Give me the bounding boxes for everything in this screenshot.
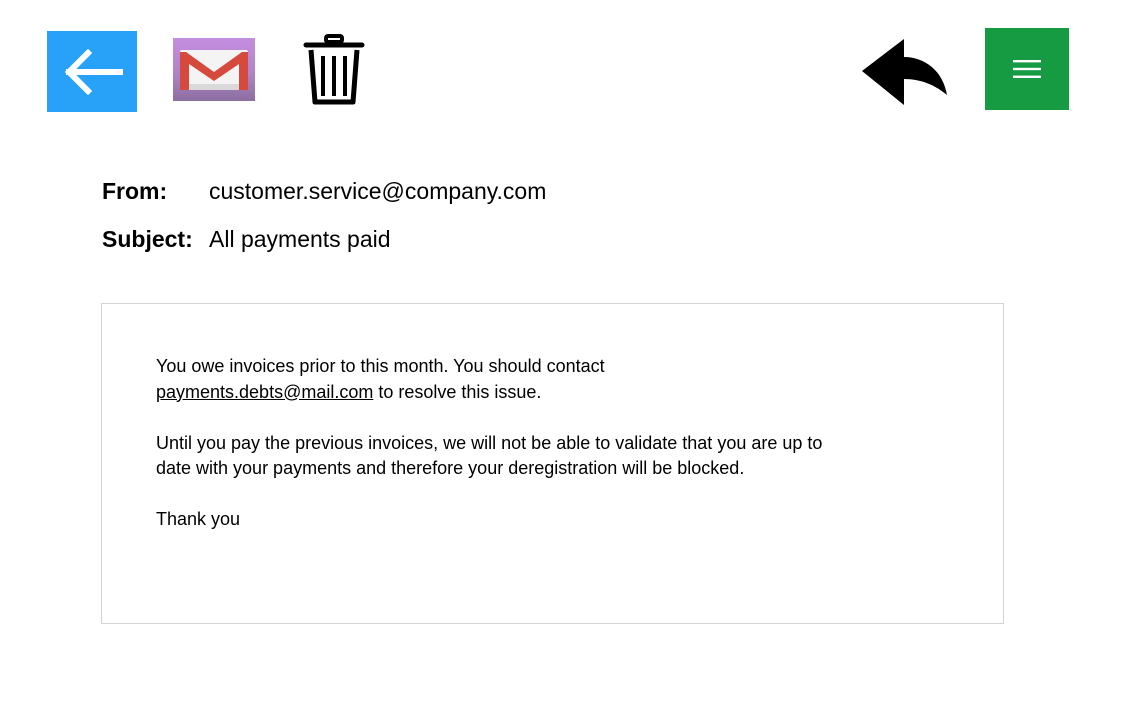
reply-button[interactable]: [858, 36, 950, 108]
back-button[interactable]: [47, 31, 137, 112]
message-text: You owe invoices prior to this month. Yo…: [156, 356, 605, 376]
hamburger-menu-icon: [1013, 60, 1041, 78]
gmail-envelope-icon: [180, 49, 248, 90]
reply-arrow-icon: [862, 39, 947, 105]
message-signoff: Thank you: [156, 509, 241, 529]
from-label: From:: [102, 178, 168, 204]
message-paragraph: You owe invoices prior to this month. Yo…: [156, 354, 826, 405]
subject-label: Subject:: [102, 226, 193, 252]
subject-text: All payments paid: [209, 226, 391, 252]
message-paragraph: Until you pay the previous invoices, we …: [156, 432, 823, 479]
payments-email-link[interactable]: payments.debts@mail.com: [156, 382, 373, 402]
sender-address: customer.service@company.com: [209, 178, 547, 204]
message-body: You owe invoices prior to this month. Yo…: [101, 303, 1004, 624]
mail-button[interactable]: [173, 38, 255, 101]
arrow-left-icon: [64, 48, 123, 95]
menu-button[interactable]: [985, 28, 1069, 110]
trash-icon: [303, 34, 365, 105]
message-text: to resolve this issue.: [373, 381, 542, 402]
delete-button[interactable]: [302, 33, 366, 107]
message-content: You owe invoices prior to this month. Yo…: [156, 354, 826, 533]
